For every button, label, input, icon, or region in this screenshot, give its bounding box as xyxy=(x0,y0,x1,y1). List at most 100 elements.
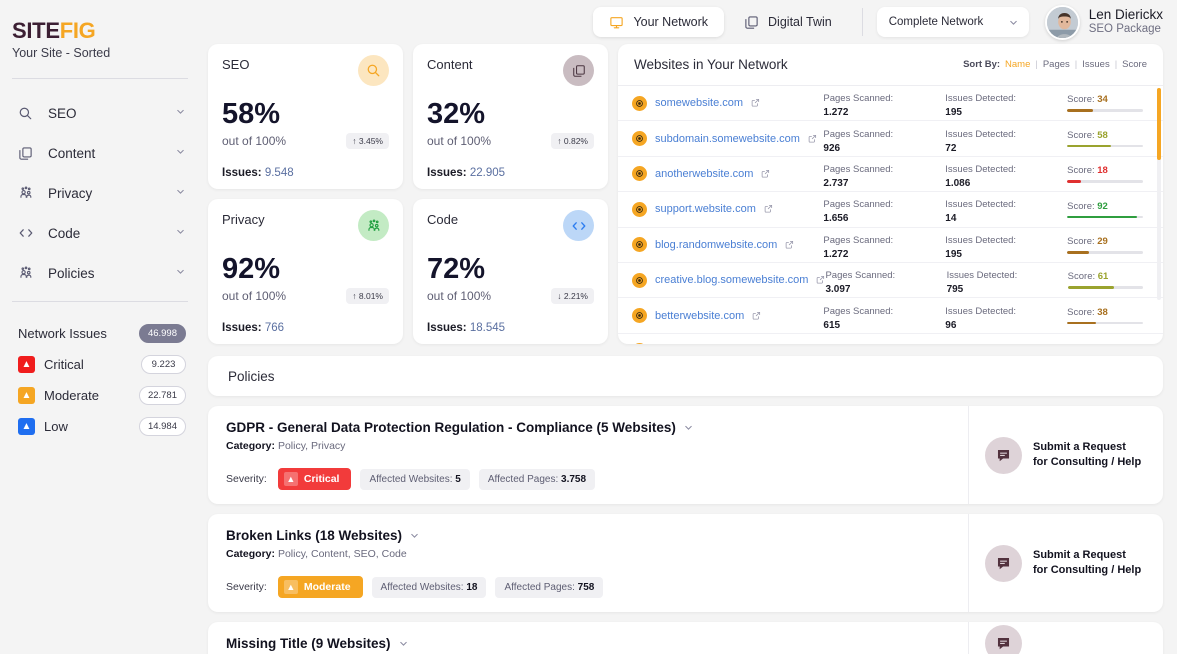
pages-label: Pages Scanned: xyxy=(825,270,895,281)
sidebar-item-seo[interactable]: SEO xyxy=(0,93,200,133)
website-name[interactable]: betterwebsite.com xyxy=(655,310,744,322)
websites-panel: Websites in Your Network Sort By: Name| … xyxy=(618,44,1163,344)
policy-card-body: Broken Links (18 Websites) Category: Pol… xyxy=(208,514,968,612)
metric-card-header: Privacy xyxy=(222,212,389,241)
metric-delta-value: 3.45% xyxy=(359,136,383,146)
chevron-down-icon[interactable] xyxy=(683,422,694,433)
website-name[interactable]: blog.randomwebsite.com xyxy=(655,239,777,251)
table-row[interactable]: subdomain.somewebsite.com Pages Scanned:… xyxy=(618,121,1163,156)
table-row[interactable]: Pages Scanned: Issues Detected: Score: 3… xyxy=(618,334,1163,344)
external-link-icon[interactable] xyxy=(761,165,770,183)
sort-option-score[interactable]: Score xyxy=(1122,59,1147,70)
policy-card-gdpr[interactable]: GDPR - General Data Protection Regulatio… xyxy=(208,406,1163,504)
chevron-down-icon[interactable] xyxy=(409,530,420,541)
table-row[interactable]: betterwebsite.com Pages Scanned:615 Issu… xyxy=(618,298,1163,333)
brand[interactable]: SITEFIG Your Site - Sorted xyxy=(0,10,200,60)
sidebar-item-content[interactable]: Content xyxy=(0,133,200,173)
pages-cell: Pages Scanned:1.272 xyxy=(823,88,945,118)
issue-row-critical[interactable]: ▲ Critical 9.223 xyxy=(0,349,200,380)
websites-scrollbar[interactable] xyxy=(1157,88,1161,300)
submit-request-button[interactable] xyxy=(968,622,1163,654)
metric-value: 92% xyxy=(222,255,389,284)
metric-card-seo[interactable]: SEO 58% out of 100% ↑ 3.45% Issues: 9.54… xyxy=(208,44,403,189)
chevron-down-icon[interactable] xyxy=(175,104,186,122)
score-label-wrap: Score: 61 xyxy=(1068,271,1143,282)
main-area: Your Network Digital Twin Complete Netwo… xyxy=(200,0,1177,654)
topbar-divider xyxy=(862,8,863,36)
website-cell[interactable]: somewebsite.com xyxy=(632,94,823,112)
user-menu[interactable]: Len Dierickx SEO Package xyxy=(1045,5,1163,40)
external-link-icon[interactable] xyxy=(751,94,760,112)
chevron-down-icon[interactable] xyxy=(175,224,186,242)
content: SEO 58% out of 100% ↑ 3.45% Issues: 9.54… xyxy=(200,44,1177,654)
network-issues-count: 46.998 xyxy=(139,324,186,343)
submit-request-button[interactable]: Submit a Requestfor Consulting / Help xyxy=(968,514,1163,612)
metric-card-privacy[interactable]: Privacy 92% out of 100% ↑ 8.01% Issues: … xyxy=(208,199,403,344)
chevron-down-icon[interactable] xyxy=(175,144,186,162)
website-name[interactable]: somewebsite.com xyxy=(655,97,743,109)
table-row[interactable]: somewebsite.com Pages Scanned:1.272 Issu… xyxy=(618,86,1163,121)
policy-card-missing-title[interactable]: Missing Title (9 Websites) xyxy=(208,622,1163,654)
sidebar-item-code[interactable]: Code xyxy=(0,213,200,253)
website-name[interactable]: anotherwebsite.com xyxy=(655,168,753,180)
table-row[interactable]: anotherwebsite.com Pages Scanned:2.737 I… xyxy=(618,157,1163,192)
sort-option-issues[interactable]: Issues xyxy=(1082,59,1109,70)
external-link-icon[interactable] xyxy=(785,236,794,254)
policy-title-row[interactable]: GDPR - General Data Protection Regulatio… xyxy=(226,420,950,435)
external-link-icon[interactable] xyxy=(764,200,773,218)
scrollbar-thumb[interactable] xyxy=(1157,88,1161,160)
submit-request-label: Submit a Requestfor Consulting / Help xyxy=(1033,548,1141,578)
metric-card-content[interactable]: Content 32% out of 100% ↑ 0.82% Issues: … xyxy=(413,44,608,189)
policy-card-broken-links[interactable]: Broken Links (18 Websites) Category: Pol… xyxy=(208,514,1163,612)
table-row[interactable]: support.website.com Pages Scanned:1.656 … xyxy=(618,192,1163,227)
website-name[interactable]: subdomain.somewebsite.com xyxy=(655,133,800,145)
policy-category-label: Category: xyxy=(226,548,275,560)
issues-label: Issues Detected: xyxy=(945,306,1016,317)
website-cell[interactable]: creative.blog.somewebsite.com xyxy=(632,271,825,289)
issues-value: 195 xyxy=(945,107,1067,118)
sort-option-pages[interactable]: Pages xyxy=(1043,59,1070,70)
chevron-down-icon xyxy=(1008,17,1019,28)
issue-row-moderate[interactable]: ▲ Moderate 22.781 xyxy=(0,380,200,411)
metric-delta-value: 0.82% xyxy=(564,136,588,146)
critical-severity-icon: ▲ xyxy=(284,472,298,486)
website-cell[interactable]: blog.randomwebsite.com xyxy=(632,236,823,254)
policy-title-row[interactable]: Broken Links (18 Websites) xyxy=(226,528,950,543)
website-cell[interactable] xyxy=(632,343,823,344)
copy-icon xyxy=(744,15,759,30)
tab-digital-twin[interactable]: Digital Twin xyxy=(728,7,848,37)
chevron-down-icon[interactable] xyxy=(175,264,186,282)
external-link-icon[interactable] xyxy=(808,130,817,148)
submit-request-button[interactable]: Submit a Requestfor Consulting / Help xyxy=(968,406,1163,504)
globe-icon xyxy=(632,343,647,344)
affected-websites-tag: Affected Websites: 18 xyxy=(372,577,487,598)
pages-value: 1.272 xyxy=(823,249,945,260)
websites-panel-header: Websites in Your Network Sort By: Name| … xyxy=(618,44,1163,86)
website-cell[interactable]: subdomain.somewebsite.com xyxy=(632,130,823,148)
view-switcher: Your Network Digital Twin xyxy=(593,7,847,37)
metric-card-code[interactable]: Code 72% out of 100% ↓ 2.21% Issues: 18.… xyxy=(413,199,608,344)
policy-card-body: Missing Title (9 Websites) xyxy=(208,622,968,654)
external-link-icon[interactable] xyxy=(752,307,761,325)
sidebar-item-policies[interactable]: Policies xyxy=(0,253,200,293)
website-cell[interactable]: support.website.com xyxy=(632,200,823,218)
issue-row-low[interactable]: ▲ Low 14.984 xyxy=(0,411,200,442)
brand-tagline: Your Site - Sorted xyxy=(12,46,200,60)
sidebar: SITEFIG Your Site - Sorted SEO Content xyxy=(0,0,200,654)
code-icon xyxy=(563,210,594,241)
chevron-down-icon[interactable] xyxy=(175,184,186,202)
website-name[interactable]: support.website.com xyxy=(655,203,756,215)
globe-icon xyxy=(632,202,647,217)
policy-title-row[interactable]: Missing Title (9 Websites) xyxy=(226,636,950,651)
table-row[interactable]: creative.blog.somewebsite.com Pages Scan… xyxy=(618,263,1163,298)
sidebar-item-privacy[interactable]: Privacy xyxy=(0,173,200,213)
network-scope-dropdown[interactable]: Complete Network xyxy=(877,7,1029,37)
external-link-icon[interactable] xyxy=(816,271,825,289)
table-row[interactable]: blog.randomwebsite.com Pages Scanned:1.2… xyxy=(618,228,1163,263)
website-cell[interactable]: betterwebsite.com xyxy=(632,307,823,325)
sort-option-name[interactable]: Name xyxy=(1005,59,1030,70)
tab-your-network[interactable]: Your Network xyxy=(593,7,724,37)
chevron-down-icon[interactable] xyxy=(398,638,409,649)
website-name[interactable]: creative.blog.somewebsite.com xyxy=(655,274,808,286)
website-cell[interactable]: anotherwebsite.com xyxy=(632,165,823,183)
